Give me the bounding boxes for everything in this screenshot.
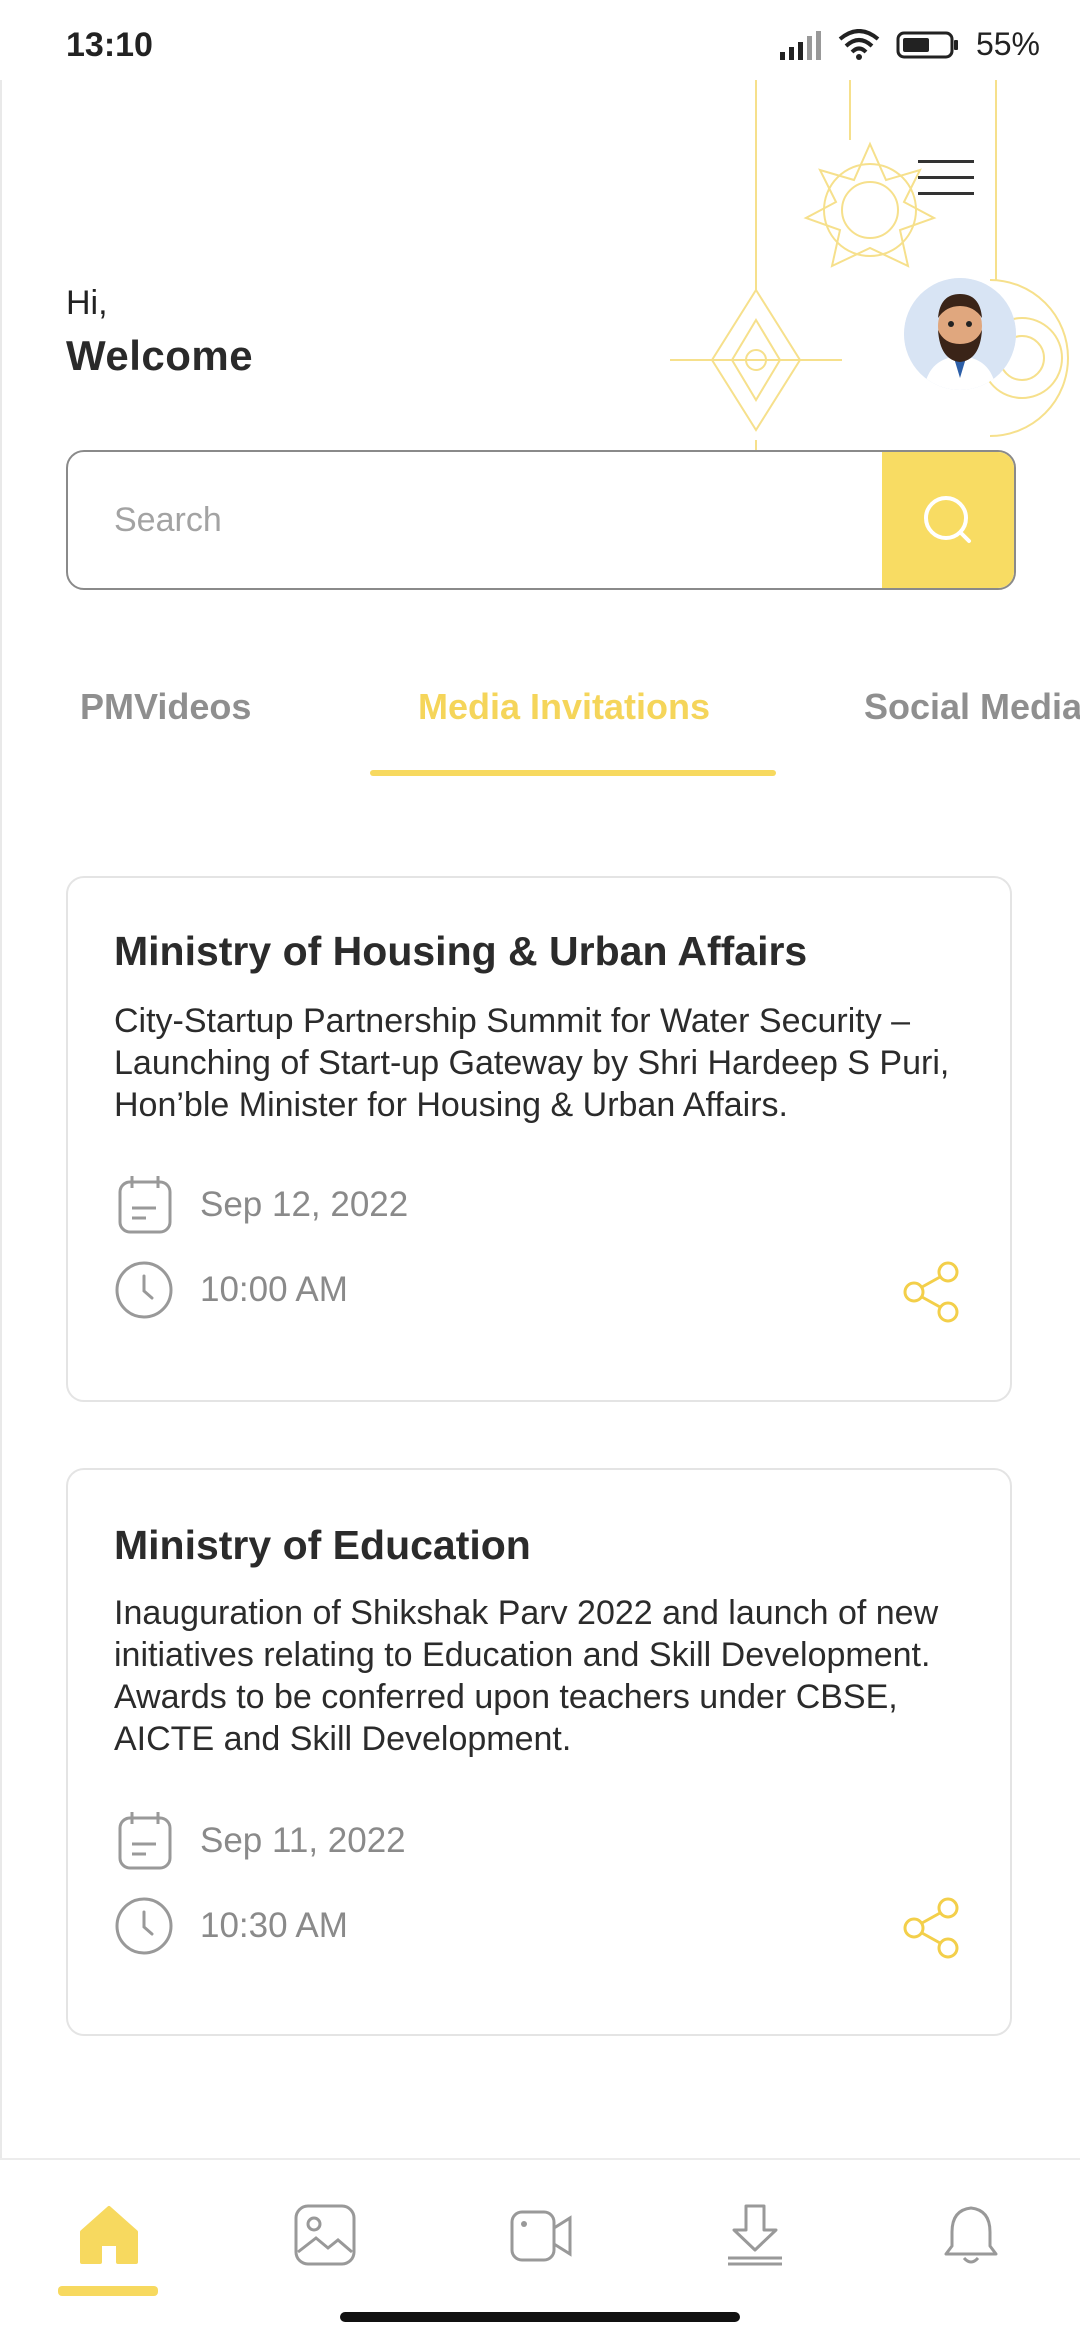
status-time: 13:10 — [66, 26, 153, 64]
tab-pmvideos[interactable]: PMVideos — [80, 686, 251, 728]
search-bar — [66, 450, 1016, 590]
calendar-icon — [118, 1812, 172, 1870]
status-icons: 55% — [778, 26, 1040, 63]
card-time: 10:00 AM — [200, 1270, 348, 1309]
share-icon — [903, 1897, 959, 1959]
card-time-row: 10:00 AM — [114, 1260, 348, 1320]
search-button[interactable] — [882, 452, 1014, 588]
card-date: Sep 12, 2022 — [200, 1185, 409, 1224]
lantern-decoration — [670, 80, 1069, 460]
card-date-row: Sep 11, 2022 — [114, 1810, 406, 1872]
menu-line — [918, 192, 974, 195]
video-icon — [510, 2210, 572, 2262]
share-button[interactable] — [902, 1260, 962, 1324]
share-icon — [903, 1261, 959, 1323]
menu-line — [918, 176, 974, 179]
clock-icon — [115, 1897, 173, 1955]
nav-downloads[interactable] — [720, 2200, 790, 2270]
clock-icon — [115, 1261, 173, 1319]
nav-notifications[interactable] — [936, 2200, 1006, 2270]
gallery-icon — [294, 2204, 356, 2266]
menu-button[interactable] — [918, 160, 974, 200]
status-bar: 13:10 55% — [0, 0, 1080, 80]
signal-icon — [779, 30, 821, 60]
invitation-card[interactable]: Ministry of Education Inauguration of Sh… — [66, 1468, 1012, 2036]
card-time-row: 10:30 AM — [114, 1896, 348, 1956]
home-indicator — [340, 2312, 740, 2322]
card-description: City-Startup Partnership Summit for Wate… — [114, 1002, 950, 1124]
greeting-welcome: Welcome — [66, 332, 254, 379]
share-button[interactable] — [902, 1896, 962, 1960]
wifi-icon — [838, 28, 880, 60]
card-date: Sep 11, 2022 — [200, 1821, 406, 1860]
battery-level: 55% — [975, 26, 1040, 62]
card-time: 10:30 AM — [200, 1906, 348, 1945]
bell-icon — [944, 2206, 998, 2264]
nav-active-indicator — [58, 2286, 158, 2296]
download-icon — [728, 2204, 782, 2266]
active-tab-indicator — [370, 770, 776, 776]
user-avatar-icon — [904, 278, 1016, 390]
nav-video[interactable] — [506, 2200, 576, 2270]
nav-gallery[interactable] — [290, 2200, 360, 2270]
card-date-row: Sep 12, 2022 — [114, 1174, 408, 1236]
home-icon — [80, 2206, 138, 2264]
card-title: Ministry of Housing & Urban Affairs — [114, 928, 808, 974]
tab-bar: PMVideos Media Invitations Social Media — [0, 670, 1080, 790]
search-icon — [924, 496, 971, 543]
avatar[interactable] — [904, 278, 1016, 390]
tab-social-media[interactable]: Social Media — [864, 686, 1080, 728]
tab-media-invitations[interactable]: Media Invitations — [418, 686, 710, 728]
battery-icon — [896, 31, 958, 58]
calendar-icon — [118, 1176, 172, 1234]
card-title: Ministry of Education — [114, 1522, 531, 1568]
menu-line — [918, 160, 974, 163]
search-input[interactable] — [68, 452, 878, 588]
card-description: Inauguration of Shikshak Parv 2022 and l… — [114, 1594, 939, 1758]
invitation-card[interactable]: Ministry of Housing & Urban Affairs City… — [66, 876, 1012, 1402]
greeting-hi: Hi, — [66, 284, 108, 322]
nav-home[interactable] — [74, 2200, 144, 2270]
left-edge-divider — [0, 80, 2, 2160]
